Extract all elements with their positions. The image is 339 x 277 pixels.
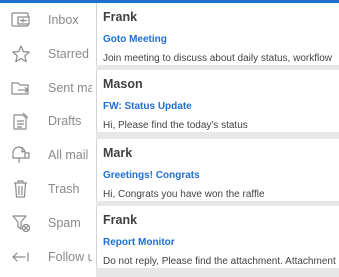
message-item[interactable]: Mark Greetings! Congrats Hi, Congrats yo… bbox=[96, 139, 339, 201]
message-sender: Mark bbox=[103, 146, 133, 160]
sidebar-item-label: Sent mail bbox=[48, 81, 92, 95]
sidebar-item-drafts[interactable]: Drafts bbox=[0, 104, 96, 138]
sidebar-item-label: Starred bbox=[48, 47, 89, 61]
message-subject: FW: Status Update bbox=[103, 101, 192, 112]
follow-up-icon bbox=[10, 247, 32, 267]
star-icon bbox=[10, 44, 32, 64]
message-preview: Hi, Please find the today's status bbox=[103, 120, 248, 131]
trash-icon bbox=[10, 179, 32, 199]
sidebar-item-label: Spam bbox=[48, 216, 81, 230]
sidebar-item-starred[interactable]: Starred bbox=[0, 37, 96, 71]
message-list: Frank Goto Meeting Join meeting to discu… bbox=[96, 3, 339, 277]
sidebar-item-label: Trash bbox=[48, 182, 80, 196]
message-subject: Goto Meeting bbox=[103, 34, 167, 45]
sidebar-item-label: Drafts bbox=[48, 114, 82, 128]
sidebar-item-all-mail[interactable]: All mail bbox=[0, 138, 96, 172]
message-preview: Do not reply, Please find the attachment… bbox=[103, 256, 336, 267]
all-mail-icon bbox=[10, 145, 32, 165]
message-preview: Hi, Congrats you have won the raffle bbox=[103, 189, 265, 200]
message-item[interactable]: Mason FW: Status Update Hi, Please find … bbox=[96, 70, 339, 132]
inbox-icon bbox=[10, 10, 32, 30]
sidebar-item-sent-mail[interactable]: Sent mail bbox=[0, 71, 96, 105]
sidebar-item-label: Inbox bbox=[48, 13, 79, 27]
message-subject: Report Monitor bbox=[103, 237, 175, 248]
message-subject: Greetings! Congrats bbox=[103, 170, 200, 181]
sidebar-item-label: All mail bbox=[48, 148, 89, 162]
sidebar-item-follow-up[interactable]: Follow up bbox=[0, 240, 96, 274]
sent-icon bbox=[10, 78, 32, 98]
folder-sidebar: Inbox Starred Sent mail Drafts bbox=[0, 3, 96, 277]
message-sender: Frank bbox=[103, 213, 138, 227]
message-sender: Frank bbox=[103, 10, 138, 24]
sidebar-item-trash[interactable]: Trash bbox=[0, 172, 96, 206]
drafts-icon bbox=[10, 111, 32, 131]
spam-icon bbox=[10, 213, 32, 233]
message-sender: Mason bbox=[103, 77, 143, 91]
sidebar-item-spam[interactable]: Spam bbox=[0, 206, 96, 240]
message-preview: Join meeting to discuss about daily stat… bbox=[103, 53, 332, 64]
sidebar-item-label: Follow up bbox=[48, 250, 92, 264]
message-item[interactable]: Frank Goto Meeting Join meeting to discu… bbox=[96, 3, 339, 65]
message-item[interactable]: Frank Report Monitor Do not reply, Pleas… bbox=[96, 206, 339, 268]
sidebar-item-inbox[interactable]: Inbox bbox=[0, 3, 96, 37]
